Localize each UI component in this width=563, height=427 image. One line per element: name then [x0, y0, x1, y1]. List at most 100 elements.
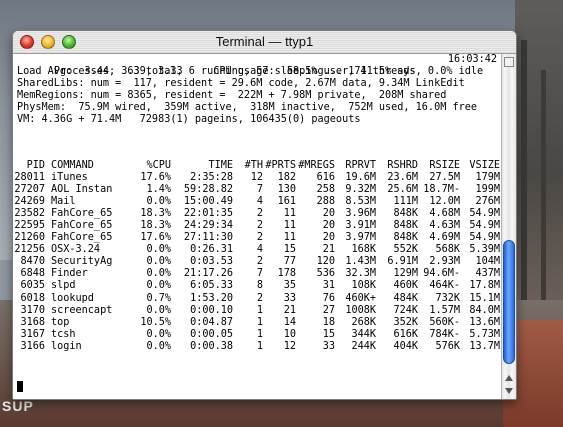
cell-rprvt: 9.32M	[345, 184, 376, 196]
scroll-up-arrow-icon[interactable]	[505, 375, 513, 381]
cell-vsize: 179M	[475, 172, 500, 184]
col-header-rsize: RSIZE	[429, 160, 460, 171]
cell-command: AOL Instan	[51, 184, 113, 196]
cell-threads: 2	[256, 220, 263, 232]
cell-pid: 24269	[14, 196, 45, 208]
cell-mregs: 76	[322, 292, 335, 304]
cell-rsize: 27.5M	[429, 172, 460, 184]
cell-command: FahCore_65	[51, 208, 113, 220]
cell-cpu: 0.0%	[146, 196, 171, 208]
cell-rprvt: 244K	[351, 340, 376, 352]
cell-rsize: 4.68M	[429, 208, 460, 220]
col-header-rprvt: RPRVT	[345, 160, 376, 171]
cell-mregs: 120	[316, 256, 335, 268]
col-header-time: TIME	[208, 160, 233, 171]
cell-command: Finder	[51, 268, 88, 280]
cell-pid: 6018	[20, 292, 45, 304]
cell-time: 59:28.82	[183, 184, 233, 196]
table-row: 6848 Finder 0.0% 21:17.26 7 178 536 32.3M 129M 94…	[13, 268, 501, 280]
cell-rshrd: 724K	[393, 304, 418, 316]
cell-threads: 8	[256, 280, 263, 292]
cell-ports: 35	[283, 280, 296, 292]
cell-ports: 12	[283, 340, 296, 352]
cell-command: tcsh	[51, 328, 76, 340]
cell-time: 0:04.87	[190, 316, 233, 328]
cell-rsize: 1.57M	[429, 304, 460, 316]
cell-ports: 15	[283, 244, 296, 256]
cell-pid: 28011	[14, 172, 45, 184]
vm-line: VM: 4.36G + 71.4M 72983(1) pageins, 1064…	[17, 114, 361, 126]
cell-rprvt: 3.96M	[345, 208, 376, 220]
table-row: 24269 Mail 0.0% 15:00.49 4 161 288 8.53M 111M 12.…	[13, 196, 501, 208]
cell-mregs: 20	[322, 208, 335, 220]
cell-rprvt: 19.6M	[345, 172, 376, 184]
cell-rprvt: 1008K	[345, 304, 376, 316]
table-row: 8470 SecurityAg 0.0% 0:03.53 2 77 120 1.43M 6.91…	[13, 256, 501, 268]
cell-pid: 3170	[20, 304, 45, 316]
process-table: PID COMMAND %CPU TIME #TH #PRTS #MREGS R…	[13, 160, 501, 353]
window-title: Terminal — ttyp1	[215, 34, 314, 49]
clock-time: 16:03:42	[447, 54, 497, 65]
cell-rsize: 576K	[435, 340, 460, 352]
table-row: 22595 FahCore_65 18.3% 24:29:34 2 11 20 3.91M 84…	[13, 220, 501, 232]
cell-vsize: 437M	[475, 268, 500, 280]
cell-threads: 1	[256, 304, 263, 316]
cell-cpu: 17.6%	[140, 172, 171, 184]
cell-ports: 11	[283, 232, 296, 244]
cell-threads: 1	[256, 328, 263, 340]
cell-vsize: 199M	[475, 184, 500, 196]
vertical-scrollbar[interactable]	[501, 54, 516, 399]
cell-time: 0:00.10	[190, 304, 233, 316]
cell-time: 0:00.38	[190, 340, 233, 352]
terminal-window[interactable]: Terminal — ttyp1 Processes: 63 total, 6 …	[12, 30, 517, 400]
cell-rshrd: 616K	[393, 328, 418, 340]
cell-pid: 3168	[20, 316, 45, 328]
cell-mregs: 258	[316, 184, 335, 196]
cell-cpu: 0.0%	[146, 340, 171, 352]
cell-cpu: 0.7%	[146, 292, 171, 304]
cell-rshrd: 129M	[393, 268, 418, 280]
cell-mregs: 33	[322, 340, 335, 352]
cell-cpu: 0.0%	[146, 256, 171, 268]
col-header-rshrd: RSHRD	[387, 160, 418, 171]
cell-mregs: 20	[322, 232, 335, 244]
table-row: 21256 OSX-3.24 0.0% 0:26.31 4 15 21 168K 552K 568…	[13, 244, 501, 256]
cell-ports: 11	[283, 220, 296, 232]
table-row: 21260 FahCore_65 17.6% 27:11:30 2 11 20 3.97M 84…	[13, 232, 501, 244]
cell-command: OSX-3.24	[51, 244, 101, 256]
cell-rshrd: 848K	[393, 220, 418, 232]
cell-rshrd: 6.91M	[387, 256, 418, 268]
cell-cpu: 1.4%	[146, 184, 171, 196]
cell-rsize: 568K	[435, 244, 460, 256]
cell-ports: 14	[283, 316, 296, 328]
scroll-thumb[interactable]	[503, 240, 515, 364]
cell-rprvt: 3.97M	[345, 232, 376, 244]
table-row: 6035 slpd 0.0% 6:05.33 8 35 31 108K 460K 464K- 17.…	[13, 280, 501, 292]
split-pane-icon[interactable]	[504, 57, 514, 67]
cell-pid: 6035	[20, 280, 45, 292]
cell-ports: 11	[283, 208, 296, 220]
scroll-down-arrow-icon[interactable]	[505, 388, 513, 394]
cell-pid: 27207	[14, 184, 45, 196]
cell-rsize: 784K-	[429, 328, 460, 340]
cell-rprvt: 32.3M	[345, 268, 376, 280]
cell-pid: 6848	[20, 268, 45, 280]
cell-rsize: 18.7M-	[423, 184, 460, 196]
cell-time: 22:01:35	[183, 208, 233, 220]
cell-pid: 3166	[20, 340, 45, 352]
cell-ports: 182	[277, 172, 296, 184]
cell-mregs: 15	[322, 328, 335, 340]
cell-threads: 1	[256, 340, 263, 352]
cell-command: FahCore_65	[51, 220, 113, 232]
cell-cpu: 18.3%	[140, 208, 171, 220]
cell-pid: 8470	[20, 256, 45, 268]
cell-time: 21:17.26	[183, 268, 233, 280]
cell-vsize: 5.73M	[469, 328, 500, 340]
text-cursor	[17, 381, 23, 392]
table-row: 3166 login 0.0% 0:00.38 1 12 33 244K 404K 576K 13.…	[13, 341, 501, 353]
terminal-content[interactable]: Processes: 63 total, 6 running, 57 sleep…	[13, 54, 501, 399]
title-bar[interactable]: Terminal — ttyp1	[13, 31, 516, 54]
cell-vsize: 276M	[475, 196, 500, 208]
cell-threads: 2	[256, 208, 263, 220]
cell-mregs: 18	[322, 316, 335, 328]
